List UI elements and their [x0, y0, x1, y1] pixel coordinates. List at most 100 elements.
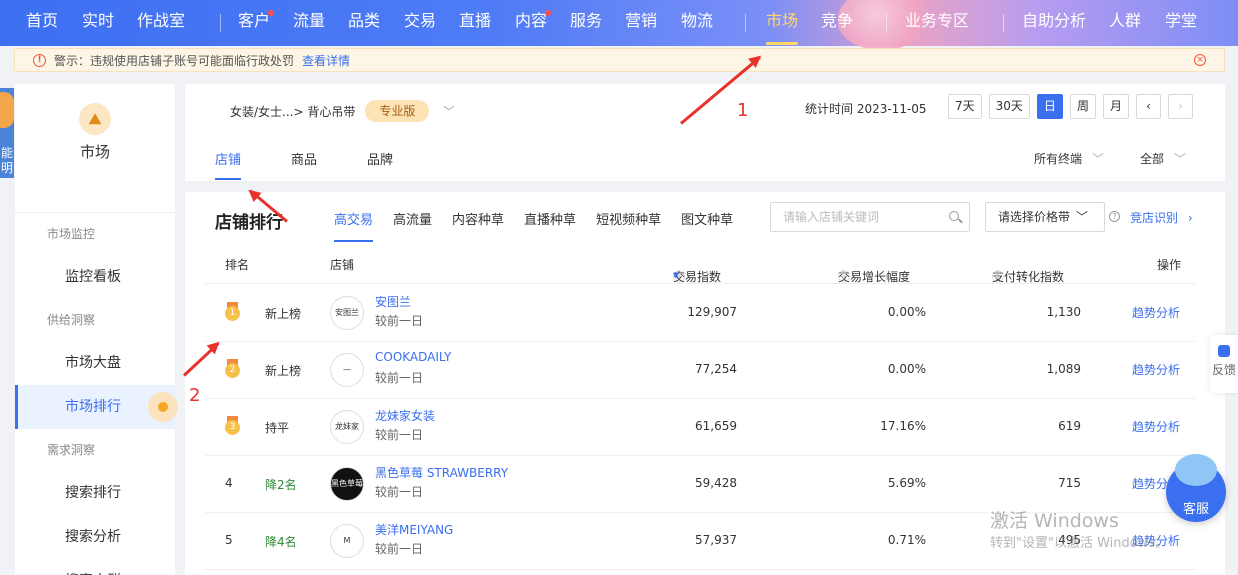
sort-desc-icon[interactable]: ▾: [673, 268, 679, 282]
trade-growth: 0.71%: [887, 533, 926, 547]
assistant-strip[interactable]: 能明: [0, 88, 14, 178]
tab-product[interactable]: 商品: [291, 149, 317, 179]
nav-traffic[interactable]: 流量: [293, 0, 325, 46]
table-row: 3 持平 龙妹家 龙妹家女装 较前一日 61,659 17.16% 619 趋势…: [205, 399, 1195, 456]
rank-number: 4: [225, 476, 233, 490]
nav-academy[interactable]: 学堂: [1165, 0, 1197, 46]
category-selector[interactable]: 女装/女士...> 背心吊带 专业版 ﹀: [230, 100, 454, 122]
close-icon[interactable]: ×: [1194, 54, 1206, 66]
tab-high-trade[interactable]: 高交易: [334, 209, 374, 242]
col-shop: 店铺: [330, 258, 355, 272]
search-placeholder: 请输入店铺关键词: [783, 210, 880, 224]
sort-icon[interactable]: ⇕: [838, 268, 848, 282]
nav-marketing[interactable]: 营销: [625, 0, 657, 46]
range-30d-button[interactable]: 30天: [988, 94, 1030, 119]
table-header: 排名 店铺 交易指数 ⓘ ▾ 交易增长幅度 ⓘ ⇕ 支付转化指数 ⓘ ⇕ 操作: [205, 244, 1195, 284]
shop-name-link[interactable]: 安图兰: [375, 293, 411, 310]
tab-graphic-seeding[interactable]: 图文种草: [681, 209, 733, 242]
nav-category[interactable]: 品类: [348, 0, 380, 46]
range-month-button[interactable]: 月: [1102, 94, 1129, 119]
nav-trade[interactable]: 交易: [404, 0, 436, 46]
shop-logo: M: [330, 524, 364, 558]
trend-analysis-link[interactable]: 趋势分析: [1132, 304, 1180, 321]
range-7d-button[interactable]: 7天: [948, 94, 982, 119]
table-row: 4 降2名 黑色草莓 黑色草莓 STRAWBERRY 较前一日 59,428 5…: [205, 456, 1195, 513]
all-filter[interactable]: 全部 ﹀: [1140, 150, 1186, 167]
rank-change: 持平: [265, 421, 290, 435]
shop-name-link[interactable]: 龙妹家女装: [375, 407, 435, 424]
shop-name-link[interactable]: 美洋MEIYANG: [375, 521, 453, 538]
pro-badge: 专业版: [365, 100, 430, 122]
nav-live[interactable]: 直播: [459, 0, 491, 46]
nav-crowd[interactable]: 人群: [1109, 0, 1141, 46]
feedback-tab[interactable]: 反馈: [1210, 335, 1238, 393]
chevron-right-icon: ›: [1187, 211, 1193, 225]
search-icon[interactable]: [949, 211, 959, 221]
trend-analysis-link[interactable]: 趋势分析: [1132, 418, 1180, 435]
help-icon[interactable]: ?: [1109, 211, 1120, 222]
sidebar-item-search-ranking[interactable]: 搜索排行: [15, 471, 175, 515]
market-chart-icon: ⛰: [79, 103, 111, 135]
nav-warroom[interactable]: 作战室: [137, 0, 185, 46]
chevron-down-icon: ﹀: [1173, 152, 1186, 166]
windows-activation-watermark: 激活 Windows: [990, 510, 1119, 532]
trade-growth: 5.69%: [887, 476, 926, 490]
nav-competition[interactable]: 竞争: [821, 0, 853, 46]
customer-service-button[interactable]: 客服: [1166, 454, 1226, 522]
sidebar-item-market-overview[interactable]: 市场大盘: [15, 341, 175, 385]
tab-brand[interactable]: 品牌: [367, 149, 393, 179]
stat-time: 统计时间 2023-11-05: [805, 102, 927, 116]
nav-self-analysis[interactable]: 自助分析: [1022, 0, 1086, 46]
mascot-icon: [0, 92, 14, 128]
nav-customer[interactable]: 客户: [238, 0, 270, 46]
price-band-select[interactable]: 请选择价格带 ﹀: [985, 202, 1105, 232]
shop-logo: 黑色草莓: [330, 467, 364, 501]
top-nav: 首页 实时 作战室 客户 流量 品类 交易 直播 内容 服务 营销 物流 市场 …: [0, 0, 1238, 50]
tab-live-seeding[interactable]: 直播种草: [524, 209, 576, 242]
chevron-down-icon[interactable]: ﹀: [443, 103, 454, 119]
sidebar-item-search-analysis[interactable]: 搜索分析: [15, 515, 175, 559]
shop-name-link[interactable]: 黑色草莓 STRAWBERRY: [375, 464, 508, 481]
nav-content[interactable]: 内容: [515, 0, 547, 46]
nav-logistics[interactable]: 物流: [681, 0, 713, 46]
tab-content-seeding[interactable]: 内容种草: [452, 209, 504, 242]
nav-realtime[interactable]: 实时: [82, 0, 114, 46]
trend-analysis-link[interactable]: 趋势分析: [1132, 361, 1180, 378]
trade-growth: 0.00%: [887, 305, 926, 319]
tab-shop[interactable]: 店铺: [215, 149, 242, 180]
guide-pulse-indicator: [148, 392, 178, 422]
nav-business-zone[interactable]: 业务专区: [905, 0, 969, 46]
shop-search-input[interactable]: 请输入店铺关键词: [770, 202, 970, 232]
chevron-down-icon: ﹀: [1075, 210, 1088, 224]
trade-growth: 0.00%: [887, 362, 926, 376]
trade-index: 77,254: [695, 362, 737, 376]
conversion-index: 619: [1058, 419, 1081, 433]
next-date-button[interactable]: ›: [1167, 94, 1193, 119]
compare-note: 较前一日: [375, 542, 424, 556]
tab-high-traffic[interactable]: 高流量: [393, 209, 432, 242]
new-dot: [545, 10, 551, 16]
tab-short-video-seeding[interactable]: 短视频种草: [596, 209, 661, 242]
sidebar-group-label: 需求洞察: [47, 443, 96, 457]
conversion-index: 715: [1058, 476, 1081, 490]
prev-date-button[interactable]: ‹: [1135, 94, 1161, 119]
filter-card: 女装/女士...> 背心吊带 专业版 ﹀ 统计时间 2023-11-05 7天 …: [185, 84, 1225, 181]
competitor-identify-link[interactable]: 竞店识别 ›: [1130, 209, 1193, 226]
competitor-identify-label: 竞店识别: [1130, 211, 1179, 225]
nav-home[interactable]: 首页: [26, 0, 58, 46]
sidebar-item-search-crowd[interactable]: 搜索人群: [15, 559, 175, 575]
range-day-button[interactable]: 日: [1036, 94, 1063, 119]
warning-details-link[interactable]: 查看详情: [302, 52, 350, 69]
sidebar-item-monitor-board[interactable]: 监控看板: [15, 255, 175, 299]
trade-growth: 17.16%: [880, 419, 926, 433]
range-week-button[interactable]: 周: [1069, 94, 1096, 119]
nav-service[interactable]: 服务: [570, 0, 602, 46]
annotation-label-1: 1: [737, 100, 749, 121]
terminal-filter[interactable]: 所有终端 ﹀: [1034, 150, 1104, 167]
shop-name-link[interactable]: COOKADAILY: [375, 350, 451, 364]
sidebar-item-market-ranking[interactable]: 市场排行: [15, 385, 178, 429]
nav-market[interactable]: 市场: [766, 0, 799, 46]
trade-index: 57,937: [695, 533, 737, 547]
sort-icon[interactable]: ⇕: [992, 268, 1002, 282]
annotation-label-2: 2: [189, 385, 201, 406]
